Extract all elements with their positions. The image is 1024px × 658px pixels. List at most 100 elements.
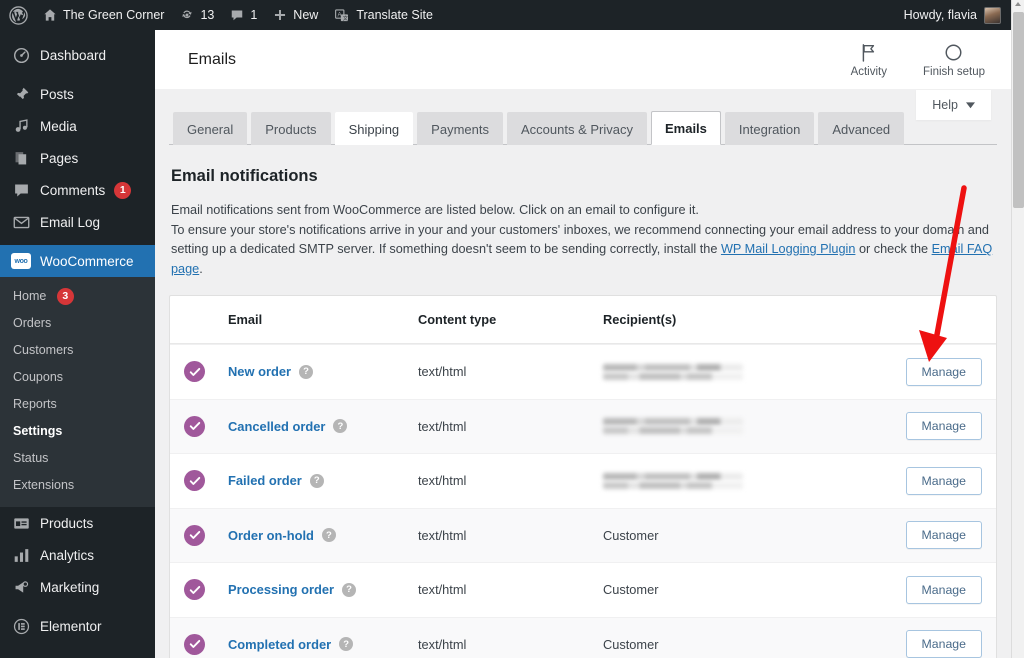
translate-site-label: Translate Site [356, 8, 433, 22]
pages-icon [11, 148, 31, 168]
help-tip-icon[interactable]: ? [309, 473, 324, 488]
description-line-1: Email notifications sent from WooCommerc… [171, 203, 699, 217]
manage-button[interactable]: Manage [905, 630, 982, 658]
sidebar-item-woocommerce[interactable]: woo WooCommerce [0, 245, 155, 277]
manage-button[interactable]: Manage [905, 412, 982, 441]
wordpress-logo-button[interactable] [0, 0, 35, 30]
row-status[interactable] [170, 415, 228, 437]
sidebar-item-media[interactable]: Media [0, 110, 155, 142]
help-dropdown-wrap: Help [916, 90, 991, 120]
email-name-link[interactable]: Failed order [228, 473, 302, 488]
email-name-link[interactable]: Order on-hold [228, 528, 314, 543]
comments-button[interactable]: 1 [222, 0, 265, 30]
sidebar-item-dashboard[interactable]: Dashboard [0, 39, 155, 71]
description-text-b: or check the [855, 242, 932, 256]
tab-products[interactable]: Products [251, 112, 331, 145]
table-row: Order on-hold ? text/html Customer Manag… [170, 507, 996, 562]
manage-button[interactable]: Manage [905, 575, 982, 604]
submenu-item-home[interactable]: Home 3 [0, 283, 155, 310]
help-tip-icon[interactable]: ? [321, 528, 336, 543]
help-dropdown-button[interactable]: Help [916, 90, 991, 120]
tab-general[interactable]: General [173, 112, 248, 145]
wp-mail-logging-plugin-link[interactable]: WP Mail Logging Plugin [721, 242, 855, 256]
row-status[interactable] [170, 579, 228, 601]
header-email: Email [228, 312, 263, 327]
tab-shipping[interactable]: Shipping [334, 112, 414, 145]
row-email[interactable]: Failed order ? [228, 473, 418, 488]
site-name-button[interactable]: The Green Corner [35, 0, 172, 30]
tab-accounts-privacy[interactable]: Accounts & Privacy [506, 112, 647, 145]
scroll-up-arrow-icon[interactable] [1015, 2, 1021, 6]
manage-button[interactable]: Manage [905, 521, 982, 550]
row-email[interactable]: Processing order ? [228, 582, 418, 597]
tab-advanced[interactable]: Advanced [818, 112, 905, 145]
sidebar-item-analytics[interactable]: Analytics [0, 539, 155, 571]
section-description: Email notifications sent from WooCommerc… [169, 201, 997, 279]
translate-site-button[interactable]: A文 Translate Site [326, 0, 441, 30]
sidebar-item-elementor[interactable]: Elementor [0, 610, 155, 642]
settings-content: General Products Shipping Payments Accou… [155, 90, 1011, 658]
tab-emails[interactable]: Emails [650, 111, 721, 145]
row-recipient: Customer [603, 636, 659, 652]
table-row: Processing order ? text/html Customer Ma… [170, 562, 996, 617]
submenu-item-orders[interactable]: Orders [0, 310, 155, 337]
main-content: Emails Activity Finish setup Help Genera… [155, 30, 1011, 658]
sidebar-item-pages[interactable]: Pages [0, 142, 155, 174]
page-scrollbar[interactable] [1011, 0, 1024, 658]
account-menu[interactable]: Howdy, flavia [904, 6, 1011, 24]
row-email[interactable]: Completed order ? [228, 637, 418, 652]
header-recipients: Recipient(s) [603, 312, 677, 327]
row-status[interactable] [170, 361, 228, 383]
wordpress-logo-icon [9, 5, 28, 25]
elementor-icon [11, 616, 31, 636]
row-email[interactable]: Order on-hold ? [228, 528, 418, 543]
email-name-link[interactable]: Cancelled order [228, 419, 325, 434]
finish-setup-button[interactable]: Finish setup [909, 38, 999, 82]
comment-bubble-icon [11, 180, 31, 200]
sidebar-item-label: Analytics [40, 547, 95, 563]
settings-tabs: General Products Shipping Payments Accou… [169, 110, 997, 145]
tab-integration[interactable]: Integration [724, 112, 815, 145]
row-content-type: text/html [418, 364, 467, 380]
row-email[interactable]: Cancelled order ? [228, 419, 418, 434]
manage-button[interactable]: Manage [905, 466, 982, 495]
row-status[interactable] [170, 470, 228, 492]
submenu-item-extensions[interactable]: Extensions [0, 472, 155, 499]
submenu-item-customers[interactable]: Customers [0, 337, 155, 364]
activity-button[interactable]: Activity [837, 38, 901, 82]
updates-button[interactable]: 13 [172, 0, 222, 30]
sidebar-item-label: Media [40, 118, 77, 134]
row-recipient [603, 363, 896, 380]
row-email[interactable]: New order ? [228, 364, 418, 379]
check-circle-icon [184, 361, 205, 383]
sidebar-item-comments[interactable]: Comments 1 [0, 174, 155, 206]
submenu-item-settings[interactable]: Settings [0, 418, 155, 445]
new-content-button[interactable]: New [265, 0, 326, 30]
sidebar-item-label: Products [40, 515, 94, 531]
email-name-link[interactable]: Completed order [228, 637, 331, 652]
tab-payments[interactable]: Payments [417, 112, 503, 145]
email-name-link[interactable]: Processing order [228, 582, 334, 597]
manage-button[interactable]: Manage [905, 357, 982, 386]
row-content-type: text/html [418, 527, 467, 543]
home-icon [43, 8, 57, 22]
comments-badge: 1 [114, 181, 132, 199]
submenu-item-coupons[interactable]: Coupons [0, 364, 155, 391]
table-row: New order ? text/html Manage [170, 344, 996, 399]
scrollbar-thumb[interactable] [1013, 12, 1024, 208]
help-tip-icon[interactable]: ? [342, 582, 357, 597]
sidebar-item-products[interactable]: Products [0, 507, 155, 539]
sidebar-item-email-log[interactable]: Email Log [0, 206, 155, 238]
row-status[interactable] [170, 633, 228, 655]
help-tip-icon[interactable]: ? [299, 364, 314, 379]
row-status[interactable] [170, 524, 228, 546]
email-name-link[interactable]: New order [228, 364, 291, 379]
help-tip-icon[interactable]: ? [333, 419, 348, 434]
sidebar-item-marketing[interactable]: Marketing [0, 571, 155, 603]
check-circle-icon [184, 470, 205, 492]
row-recipient [603, 418, 896, 435]
submenu-item-status[interactable]: Status [0, 445, 155, 472]
submenu-item-reports[interactable]: Reports [0, 391, 155, 418]
help-tip-icon[interactable]: ? [339, 637, 354, 652]
sidebar-item-posts[interactable]: Posts [0, 78, 155, 110]
